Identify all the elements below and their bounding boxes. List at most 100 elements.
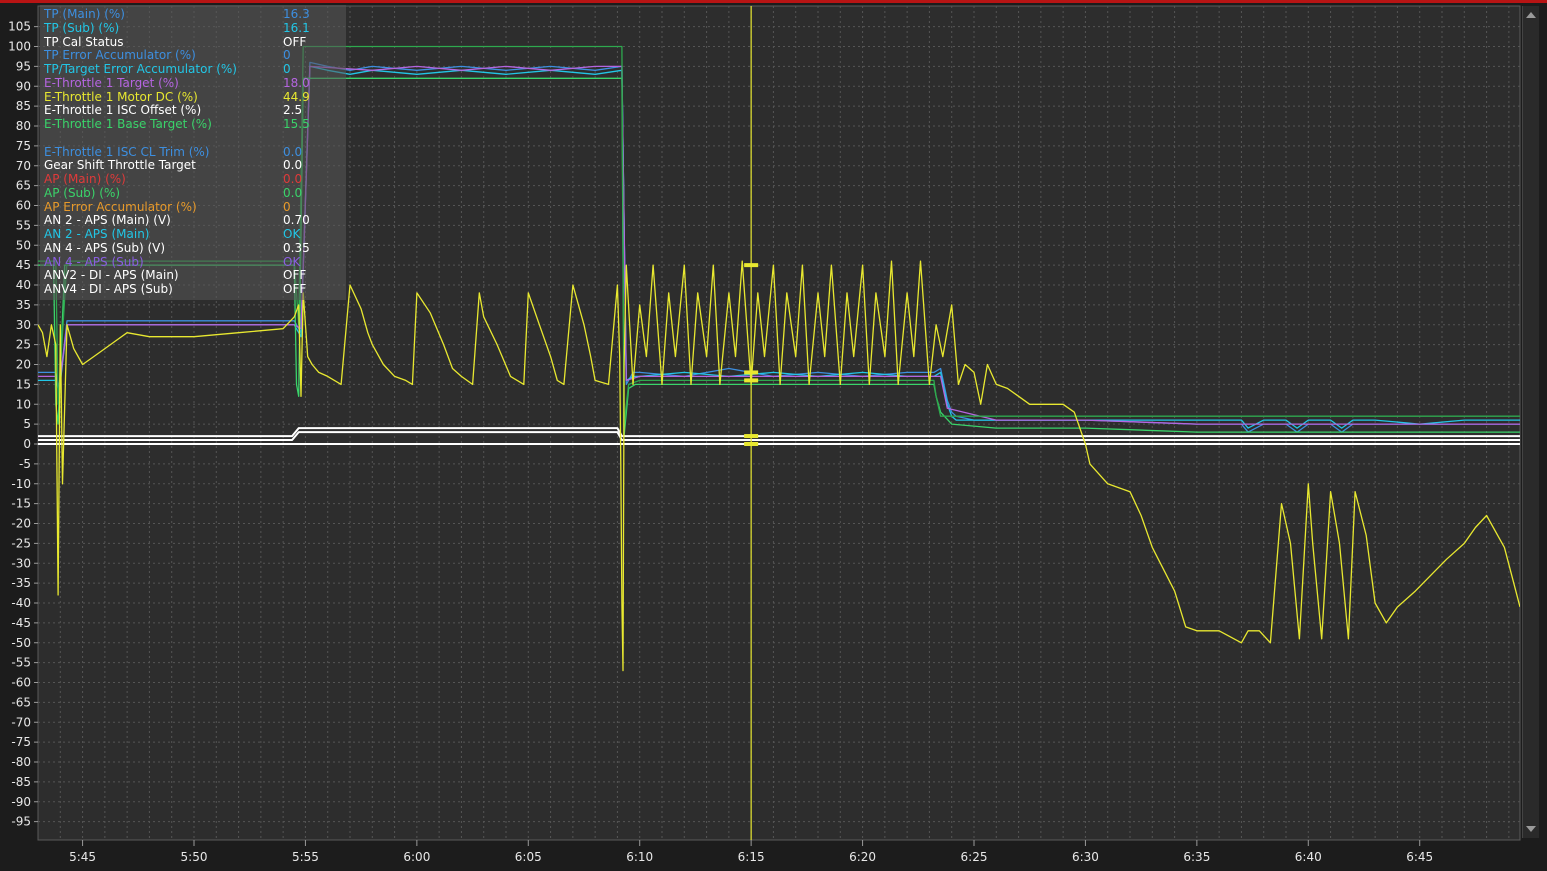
y-tick-label: -65 [11,695,31,709]
legend-channel-value: 0 [283,62,291,76]
y-tick-label: 20 [16,358,31,372]
cursor-marker [744,378,759,383]
x-tick-label: 6:00 [403,850,430,864]
y-tick-label: 35 [16,298,31,312]
legend-channel-name: AN 2 - APS (Main) (V) [44,213,171,228]
legend-channel-value: OK [283,227,301,241]
legend-channel-value: 0.0 [283,144,303,159]
y-tick-label: 70 [16,159,31,173]
legend-channel-value: 16.3 [283,7,310,21]
legend-channel-value: 15.5 [283,117,310,131]
legend-channel-value: OFF [283,34,307,49]
legend-row[interactable]: AP (Sub) (%) 0.0 [44,185,314,200]
y-tick-label: -25 [11,536,31,550]
legend-channel-value: 18.0 [283,75,310,90]
y-tick-label: 15 [16,377,31,391]
legend-row[interactable]: E-Throttle 1 Motor DC (%) 44.9 [44,89,314,104]
y-tick-label: -15 [11,497,31,511]
legend-row[interactable]: E-Throttle 1 ISC Offset (%) 2.5 [44,104,314,117]
legend-channel-name: E-Throttle 1 Target (%) [44,75,179,90]
x-tick-label: 6:35 [1183,850,1210,864]
y-tick-label: -60 [11,676,31,690]
y-tick-label: -90 [11,795,31,809]
legend-channel-name: ANV4 - DI - APS (Sub) [44,282,173,296]
y-tick-label: 55 [16,218,31,232]
legend-row[interactable]: E-Throttle 1 Target (%) 18.0 [44,75,314,90]
legend-row[interactable]: TP (Sub) (%) 16.1 [44,21,314,35]
legend-channel-value: 0.0 [283,172,303,186]
legend-channel-name: ANV2 - DI - APS (Main) [44,268,179,283]
legend-channel-value: 0.35 [283,240,310,255]
legend-row[interactable]: E-Throttle 1 Base Target (%) 15.5 [44,118,314,131]
y-tick-label: 75 [16,139,31,153]
y-tick-label: 95 [16,59,31,73]
legend-channel-value: 44.9 [283,89,310,104]
y-tick-label: -5 [19,457,31,471]
y-tick-label: 100 [8,40,31,54]
legend-channel-value: 0 [283,199,291,214]
y-tick-label: 50 [16,238,31,252]
y-tick-label: -30 [11,556,31,570]
legend-row[interactable]: TP Error Accumulator (%) 0 [44,49,314,62]
legend-channel-value: 0.0 [283,185,303,200]
legend-channel-name: AN 2 - APS (Main) [44,227,150,241]
legend-channel-name: TP Cal Status [44,34,124,49]
y-tick-label: -80 [11,755,31,769]
y-tick-label: -95 [11,815,31,829]
x-tick-label: 6:45 [1406,850,1433,864]
legend-row[interactable]: AN 2 - APS (Main) OK [44,228,314,241]
legend-channel-name: AP (Sub) (%) [44,185,121,200]
legend-row[interactable]: AP (Main) (%) 0.0 [44,173,314,186]
legend-channel-name: E-Throttle 1 ISC CL Trim (%) [44,144,210,159]
cursor-marker [744,434,759,439]
legend-channel-name: AP Error Accumulator (%) [44,199,197,214]
legend-channel-value: 2.5 [283,103,303,118]
log-viewer: 105 100 95 90 85 80 75 70 65 60 55 50 45 40 35 30 25 20 15… [0,0,1547,871]
y-tick-label: 60 [16,199,31,213]
y-tick-label: -45 [11,616,31,630]
legend-channel-name: E-Throttle 1 Motor DC (%) [44,89,198,104]
legend-row[interactable]: TP/Target Error Accumulator (%) 0 [44,63,314,76]
vertical-scrollbar[interactable] [1522,6,1539,838]
legend-row[interactable] [44,132,314,145]
cursor-marker [744,263,759,268]
y-tick-label: -70 [11,715,31,729]
y-tick-label: 10 [16,397,31,411]
y-tick-label: -35 [11,576,31,590]
x-tick-label: 5:55 [292,850,319,864]
legend-channel-name: AN 4 - APS (Sub) (V) [44,240,166,255]
y-tick-label: 90 [16,79,31,93]
x-tick-label: 6:30 [1072,850,1099,864]
x-tick-label: 6:25 [961,850,988,864]
cursor-marker [744,442,759,446]
legend-row[interactable]: AN 2 - APS (Main) (V) 0.70 [44,214,314,227]
legend-row[interactable]: TP (Main) (%) 16.3 [44,8,314,21]
legend-row[interactable]: AP Error Accumulator (%) 0 [44,199,314,214]
legend-row[interactable]: AN 4 - APS (Sub) OK [44,254,314,269]
y-tick-label: 5 [23,417,31,431]
scroll-down-arrow-icon[interactable] [1526,826,1536,832]
legend-channel-name: E-Throttle 1 ISC Offset (%) [44,103,202,118]
legend-row[interactable]: Gear Shift Throttle Target 0.0 [44,159,314,172]
y-tick-label: 105 [8,20,31,34]
x-tick-label: 6:10 [626,850,653,864]
legend-row[interactable]: TP Cal Status OFF [44,34,314,49]
legend-channel-name: AP (Main) (%) [44,172,126,186]
y-tick-label: -85 [11,775,31,789]
x-tick-label: 6:05 [515,850,542,864]
legend-channel-value: OK [283,254,301,269]
legend-row[interactable]: ANV2 - DI - APS (Main) OFF [44,269,314,282]
legend-channel-value: 0.0 [283,158,303,173]
y-tick-label: -75 [11,735,31,749]
legend-channel-value: 0 [283,48,291,63]
x-tick-label: 6:15 [738,850,765,864]
x-tick-label: 6:40 [1295,850,1322,864]
y-tick-label: 80 [16,119,31,133]
x-tick-labels: 5:45 5:50 5:55 6:00 6:05 6:10 6:15 6:20 6:25 6:30… [69,840,1433,864]
y-tick-label: 65 [16,179,31,193]
cursor-marker [744,370,759,375]
legend-row[interactable]: ANV4 - DI - APS (Sub) OFF [44,283,314,296]
scroll-up-arrow-icon[interactable] [1526,12,1536,18]
legend-row[interactable]: AN 4 - APS (Sub) (V) 0.35 [44,240,314,255]
legend-row[interactable]: E-Throttle 1 ISC CL Trim (%) 0.0 [44,144,314,159]
